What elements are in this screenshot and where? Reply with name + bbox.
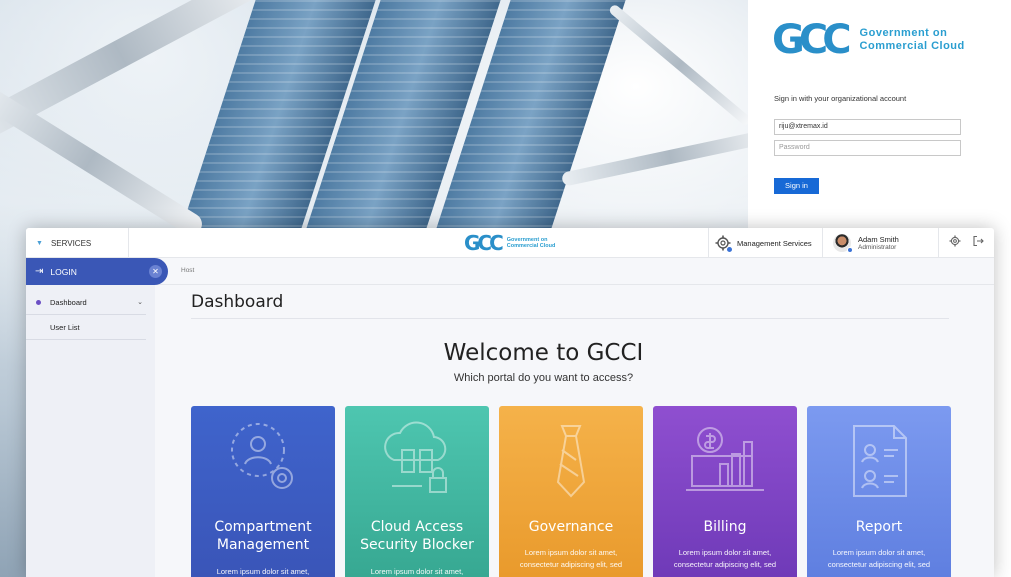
card-description-line-1: Lorem ipsum dolor sit amet, (832, 548, 926, 557)
cloud-lock-icon (384, 421, 447, 493)
management-services-label: Management Services (737, 238, 812, 248)
welcome-question: Which portal do you want to access? (453, 372, 634, 384)
gcc-brand-logo: GCC Government on Commercial Cloud (772, 20, 965, 60)
tie-icon (556, 425, 586, 498)
user-settings-icon (231, 423, 293, 489)
card-description: Lorem ipsum dolor sit amet, (216, 567, 310, 576)
header-logo-line-2: Commercial Cloud (506, 243, 556, 249)
card-title-line-1: Compartment (214, 519, 312, 535)
user-name: Adam Smith (858, 234, 899, 244)
sidebar-item-label: User List (50, 322, 80, 332)
close-icon[interactable]: ✕ (149, 265, 162, 278)
logout-icon[interactable] (972, 234, 985, 252)
gcc-logo-mark: GCC (464, 231, 504, 255)
brand-line-2: Commercial Cloud (859, 40, 965, 52)
avatar (833, 234, 853, 253)
card-description: Lorem ipsum dolor sit amet, (370, 567, 464, 576)
login-icon: ⇥ (35, 266, 44, 277)
breadcrumb[interactable]: Host (181, 267, 194, 274)
sign-in-button[interactable]: Sign in (774, 178, 819, 194)
top-actions (938, 228, 994, 258)
login-label: LOGIN (50, 266, 77, 277)
sidebar-item-label: Dashboard (50, 297, 87, 307)
sidebar-item-user-list[interactable]: User List (26, 315, 146, 340)
portal-cards: Compartment Management Lorem ipsum dolor… (191, 406, 951, 577)
header-logo[interactable]: GCC Government on Commercial Cloud (464, 233, 555, 253)
billing-chart-icon (686, 427, 764, 491)
services-menu[interactable]: ▼ SERVICES (26, 228, 129, 258)
card-description-line-2: consectetur adipiscing elit, sed (519, 560, 623, 569)
page-title: Dashboard (191, 292, 284, 312)
card-title-line-1: Governance (528, 519, 614, 535)
login-prompt: Sign in with your organizational account (774, 94, 907, 103)
email-field[interactable]: riju@xtremax.id (774, 119, 961, 135)
password-field[interactable]: Password (774, 140, 961, 156)
app-window: ▼ SERVICES GCC Government on Commercial … (26, 228, 994, 577)
card-description-line-1: Lorem ipsum dolor sit amet, (678, 548, 772, 557)
chevron-down-icon: ▼ (36, 239, 43, 247)
portal-card-cloud-access-security-blocker[interactable]: Cloud Access Security Blocker Lorem ipsu… (345, 406, 489, 577)
title-divider (191, 318, 949, 319)
card-title-line-2: Management (216, 537, 310, 553)
portal-card-compartment-management[interactable]: Compartment Management Lorem ipsum dolor… (191, 406, 335, 577)
card-title-line-1: Billing (703, 519, 747, 535)
gear-icon (715, 235, 733, 253)
services-label: SERVICES (50, 238, 92, 248)
card-title-line-1: Report (855, 519, 903, 535)
welcome-title: Welcome to GCCI (443, 340, 644, 366)
login-panel: GCC Government on Commercial Cloud Sign … (748, 0, 1011, 230)
brand-line-1: Government on (859, 27, 948, 39)
breadcrumb-bar: Host (155, 258, 994, 285)
chevron-down-icon: ⌄ (137, 299, 143, 306)
sidebar-item-dashboard[interactable]: Dashboard ⌄ (26, 290, 146, 315)
active-bullet-icon (36, 300, 41, 305)
user-menu[interactable]: Adam Smith Administrator (822, 228, 938, 258)
management-services-button[interactable]: Management Services (708, 228, 822, 258)
settings-gear-icon[interactable] (949, 234, 961, 252)
card-description-line-2: consectetur adipiscing elit, sed (673, 560, 777, 569)
portal-card-governance[interactable]: Governance Lorem ipsum dolor sit amet, c… (499, 406, 643, 577)
card-description-line-1: Lorem ipsum dolor sit amet, (524, 548, 618, 557)
card-title-line-2: Security Blocker (360, 537, 474, 553)
portal-card-report[interactable]: Report Lorem ipsum dolor sit amet, conse… (807, 406, 951, 577)
user-role: Administrator (858, 243, 897, 251)
sidebar: ⇥ LOGIN ✕ Dashboard ⌄ User List (26, 258, 168, 577)
portal-card-billing[interactable]: Billing Lorem ipsum dolor sit amet, cons… (653, 406, 797, 577)
gcc-logo-mark: GCC (772, 17, 852, 63)
report-icon (853, 425, 907, 497)
login-nav-button[interactable]: ⇥ LOGIN ✕ (26, 258, 168, 285)
card-title-line-1: Cloud Access (370, 519, 464, 535)
card-description-line-2: consectetur adipiscing elit, sed (827, 560, 931, 569)
top-bar: ▼ SERVICES GCC Government on Commercial … (26, 228, 994, 258)
